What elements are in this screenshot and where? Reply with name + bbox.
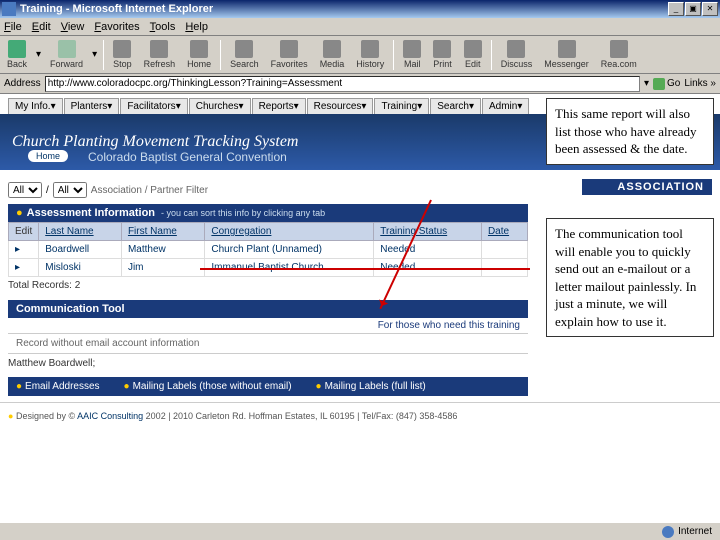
links-button[interactable]: Links » [684, 78, 716, 89]
internet-zone-icon [662, 526, 674, 538]
toolbar: Back ▾ Forward ▾ Stop Refresh Home Searc… [0, 36, 720, 74]
menu-edit[interactable]: Edit [32, 21, 51, 33]
table-row: ▸ Boardwell Matthew Church Plant (Unname… [9, 241, 528, 259]
assessment-section-header: ● Assessment Information - you can sort … [8, 204, 528, 222]
edit-row-icon[interactable]: ▸ [9, 241, 39, 259]
mailing-labels-full-button[interactable]: ●Mailing Labels (full list) [316, 381, 426, 392]
forward-button[interactable]: Forward [47, 39, 86, 70]
status-bar: Internet [0, 522, 720, 540]
communication-section-header: Communication Tool [8, 300, 528, 318]
realcom-button[interactable]: Rea.com [598, 39, 640, 70]
menu-tools[interactable]: Tools [150, 21, 176, 33]
col-date[interactable]: Date [481, 223, 527, 241]
comm-names: Matthew Boardwell; [0, 354, 720, 373]
back-dropdown-icon[interactable]: ▾ [36, 49, 41, 60]
footer-link[interactable]: AAIC Consulting [77, 411, 143, 421]
home-button[interactable]: Home [184, 39, 214, 70]
close-button[interactable]: ✕ [702, 2, 718, 16]
back-button[interactable]: Back [4, 39, 30, 70]
ie-icon [2, 2, 16, 16]
comm-subtext: For those who need this training [8, 318, 528, 334]
col-edit: Edit [9, 223, 39, 241]
edit-button[interactable]: Edit [461, 39, 485, 70]
annotation-2: The communication tool will enable you t… [546, 218, 714, 337]
maximize-button[interactable]: ▣ [685, 2, 701, 16]
comm-buttons: ●Email Addresses ●Mailing Labels (those … [8, 377, 528, 396]
filter-select-2[interactable]: All [53, 182, 87, 198]
tab-churches[interactable]: Churches▾ [189, 98, 251, 114]
col-status[interactable]: Training Status [374, 223, 482, 241]
col-firstname[interactable]: First Name [121, 223, 204, 241]
address-input[interactable] [45, 76, 640, 92]
favorites-button[interactable]: Favorites [268, 39, 311, 70]
comm-title: Communication Tool [16, 303, 125, 315]
edit-row-icon[interactable]: ▸ [9, 259, 39, 277]
address-label: Address [4, 78, 41, 89]
discuss-button[interactable]: Discuss [498, 39, 536, 70]
banner-subtitle: Colorado Baptist General Convention [88, 150, 287, 164]
annotation-1: This same report will also list those wh… [546, 98, 714, 165]
address-bar: Address ▾ Go Links » [0, 74, 720, 94]
bullet-icon: ● [16, 207, 23, 219]
comm-subtext2: Record without email account information [8, 334, 528, 354]
bullet-icon: ● [8, 411, 13, 421]
menu-bar: File Edit View Favorites Tools Help [0, 18, 720, 36]
go-button[interactable]: Go [653, 78, 680, 90]
col-lastname[interactable]: Last Name [39, 223, 122, 241]
address-dropdown-icon[interactable]: ▾ [644, 78, 649, 89]
print-button[interactable]: Print [430, 39, 455, 70]
page-footer: ● Designed by © AAIC Consulting 2002 | 2… [0, 402, 720, 429]
mailing-labels-noemail-button[interactable]: ●Mailing Labels (those without email) [124, 381, 292, 392]
minimize-button[interactable]: _ [668, 2, 684, 16]
tab-facilitators[interactable]: Facilitators▾ [120, 98, 187, 114]
assessment-table: Edit Last Name First Name Congregation T… [8, 222, 528, 277]
tab-reports[interactable]: Reports▾ [252, 98, 306, 114]
menu-view[interactable]: View [61, 21, 85, 33]
stop-button[interactable]: Stop [110, 39, 135, 70]
table-row: ▸ Misloski Jim Immanuel Baptist Church N… [9, 259, 528, 277]
history-button[interactable]: History [353, 39, 387, 70]
email-addresses-button[interactable]: ●Email Addresses [16, 381, 100, 392]
tab-search[interactable]: Search▾ [430, 98, 481, 114]
media-button[interactable]: Media [317, 39, 348, 70]
filter-row: All / All Association / Partner Filter [8, 182, 208, 198]
assessment-title: Assessment Information [27, 207, 155, 219]
messenger-button[interactable]: Messenger [541, 39, 592, 70]
tab-planters[interactable]: Planters▾ [64, 98, 120, 114]
tab-resources[interactable]: Resources▾ [307, 98, 374, 114]
filter-label: Association / Partner Filter [91, 185, 208, 196]
tab-myinfo[interactable]: My Info.▾ [8, 98, 63, 114]
tab-admin[interactable]: Admin▾ [482, 98, 529, 114]
menu-favorites[interactable]: Favorites [94, 21, 139, 33]
tab-training[interactable]: Training▾ [374, 98, 429, 114]
refresh-button[interactable]: Refresh [141, 39, 179, 70]
menu-file[interactable]: File [4, 21, 22, 33]
search-button[interactable]: Search [227, 39, 262, 70]
filter-select-1[interactable]: All [8, 182, 42, 198]
menu-help[interactable]: Help [185, 21, 208, 33]
status-text: Internet [678, 526, 712, 537]
col-congregation[interactable]: Congregation [205, 223, 374, 241]
assessment-hint: - you can sort this info by clicking any… [161, 208, 325, 218]
forward-dropdown-icon[interactable]: ▾ [92, 49, 97, 60]
banner-title: Church Planting Movement Tracking System [12, 133, 298, 151]
window-titlebar: Training - Microsoft Internet Explorer _… [0, 0, 720, 18]
association-header: ASSOCIATION [582, 179, 712, 195]
home-link[interactable]: Home [28, 150, 68, 162]
window-title: Training - Microsoft Internet Explorer [20, 3, 668, 15]
mail-button[interactable]: Mail [400, 39, 424, 70]
